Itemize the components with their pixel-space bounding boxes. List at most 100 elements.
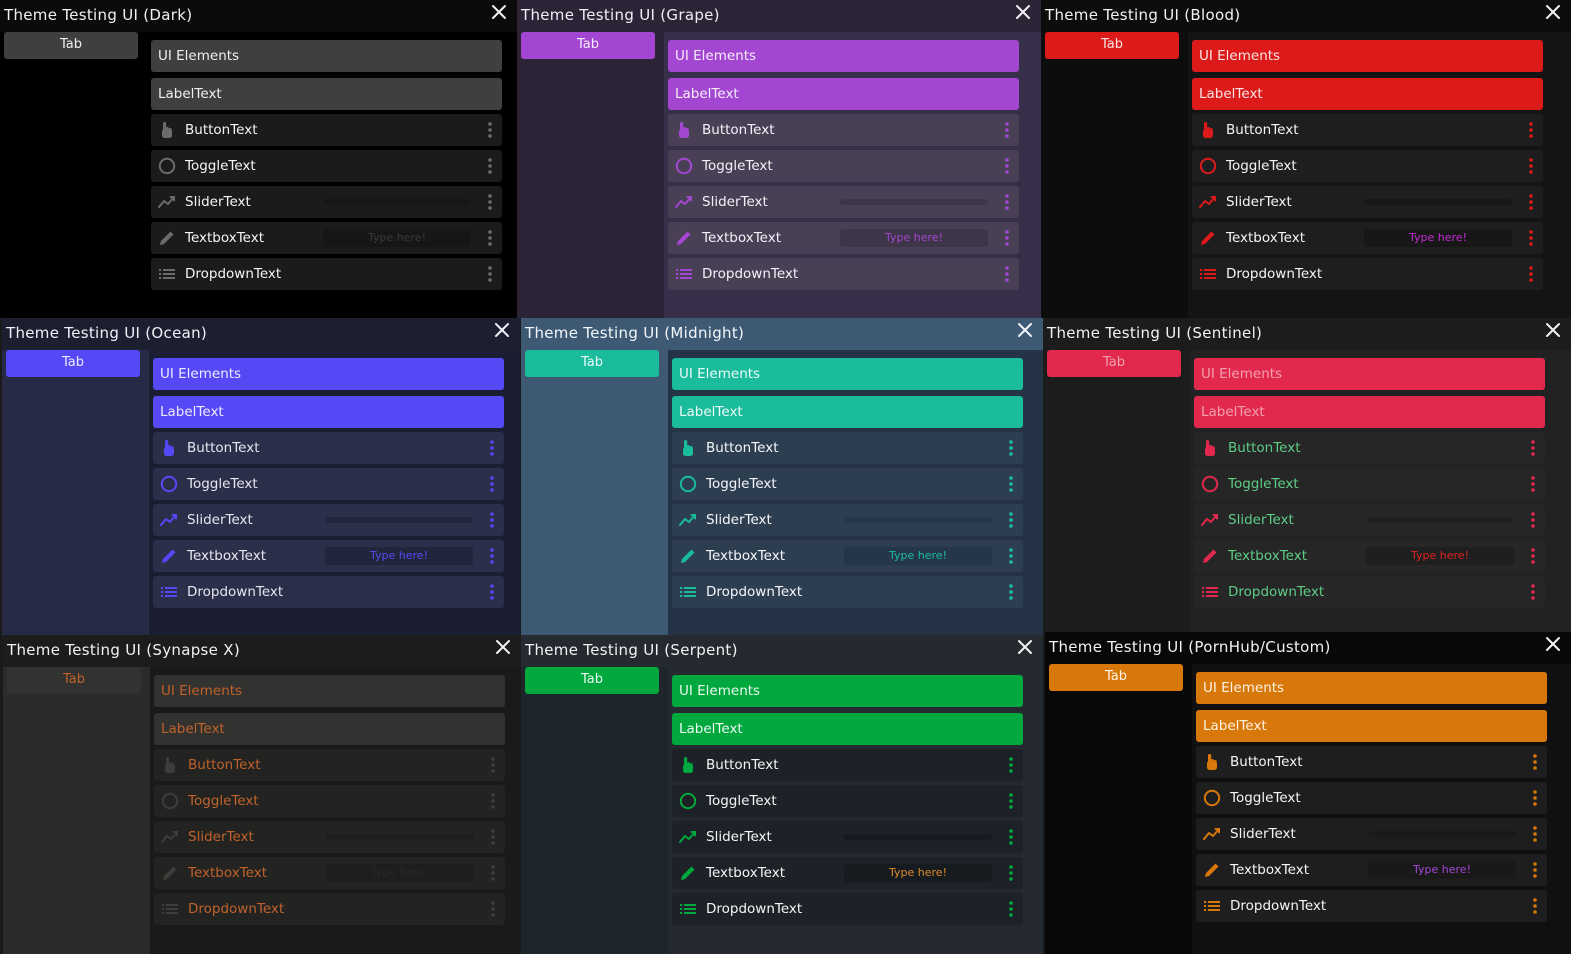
dropdown-element[interactable]: DropdownText — [154, 893, 505, 925]
title-bar[interactable]: Theme Testing UI (Sentinel) — [1043, 318, 1571, 350]
textbox-element[interactable]: TextboxText Type here! — [151, 222, 502, 254]
more-vertical-icon[interactable] — [1007, 547, 1015, 565]
textbox-input[interactable]: Type here! — [1364, 229, 1512, 247]
close-icon[interactable] — [1017, 322, 1035, 342]
slider-track[interactable] — [326, 834, 474, 840]
title-bar[interactable]: Theme Testing UI (Dark) — [0, 0, 517, 32]
title-bar[interactable]: Theme Testing UI (Grape) — [517, 0, 1041, 32]
more-vertical-icon[interactable] — [488, 547, 496, 565]
more-vertical-icon[interactable] — [1527, 193, 1535, 211]
textbox-input[interactable]: Type here! — [840, 229, 988, 247]
more-vertical-icon[interactable] — [1003, 193, 1011, 211]
more-vertical-icon[interactable] — [489, 864, 497, 882]
dropdown-element[interactable]: DropdownText — [1196, 890, 1547, 922]
more-vertical-icon[interactable] — [1003, 157, 1011, 175]
more-vertical-icon[interactable] — [1003, 121, 1011, 139]
textbox-input[interactable]: Type here! — [1366, 547, 1514, 565]
slider-element[interactable]: SliderText — [154, 821, 505, 853]
slider-track[interactable] — [1368, 831, 1516, 837]
slider-element[interactable]: SliderText — [1194, 504, 1545, 536]
more-vertical-icon[interactable] — [1007, 828, 1015, 846]
toggle-element[interactable]: ToggleText — [1196, 782, 1547, 814]
close-icon[interactable] — [1545, 4, 1563, 24]
tab-button[interactable]: Tab — [1049, 664, 1183, 691]
more-vertical-icon[interactable] — [486, 157, 494, 175]
more-vertical-icon[interactable] — [488, 475, 496, 493]
more-vertical-icon[interactable] — [1529, 547, 1537, 565]
textbox-element[interactable]: TextboxText Type here! — [1192, 222, 1543, 254]
textbox-element[interactable]: TextboxText Type here! — [672, 857, 1023, 889]
more-vertical-icon[interactable] — [488, 511, 496, 529]
button-element[interactable]: ButtonText — [672, 432, 1023, 464]
slider-element[interactable]: SliderText — [672, 504, 1023, 536]
title-bar[interactable]: Theme Testing UI (Synapse X) — [3, 635, 521, 667]
close-icon[interactable] — [491, 4, 509, 24]
tab-button[interactable]: Tab — [6, 350, 140, 377]
textbox-input[interactable]: Type here! — [1368, 861, 1516, 879]
slider-track[interactable] — [844, 834, 992, 840]
more-vertical-icon[interactable] — [1529, 439, 1537, 457]
slider-track[interactable] — [844, 517, 992, 523]
toggle-element[interactable]: ToggleText — [151, 150, 502, 182]
more-vertical-icon[interactable] — [1007, 475, 1015, 493]
close-icon[interactable] — [1545, 636, 1563, 656]
textbox-element[interactable]: TextboxText Type here! — [1194, 540, 1545, 572]
more-vertical-icon[interactable] — [486, 229, 494, 247]
toggle-element[interactable]: ToggleText — [668, 150, 1019, 182]
dropdown-element[interactable]: DropdownText — [668, 258, 1019, 290]
slider-element[interactable]: SliderText — [1192, 186, 1543, 218]
textbox-element[interactable]: TextboxText Type here! — [668, 222, 1019, 254]
more-vertical-icon[interactable] — [486, 193, 494, 211]
button-element[interactable]: ButtonText — [1196, 746, 1547, 778]
close-icon[interactable] — [1545, 322, 1563, 342]
toggle-element[interactable]: ToggleText — [1192, 150, 1543, 182]
tab-button[interactable]: Tab — [1045, 32, 1179, 59]
slider-element[interactable]: SliderText — [153, 504, 504, 536]
dropdown-element[interactable]: DropdownText — [672, 576, 1023, 608]
dropdown-element[interactable]: DropdownText — [1194, 576, 1545, 608]
tab-button[interactable]: Tab — [525, 667, 659, 694]
textbox-input[interactable]: Type here! — [323, 229, 471, 247]
toggle-element[interactable]: ToggleText — [153, 468, 504, 500]
button-element[interactable]: ButtonText — [1192, 114, 1543, 146]
slider-element[interactable]: SliderText — [672, 821, 1023, 853]
more-vertical-icon[interactable] — [488, 583, 496, 601]
more-vertical-icon[interactable] — [1007, 900, 1015, 918]
toggle-element[interactable]: ToggleText — [672, 468, 1023, 500]
title-bar[interactable]: Theme Testing UI (Ocean) — [2, 318, 520, 350]
close-icon[interactable] — [494, 322, 512, 342]
dropdown-element[interactable]: DropdownText — [151, 258, 502, 290]
title-bar[interactable]: Theme Testing UI (Blood) — [1041, 0, 1571, 32]
slider-element[interactable]: SliderText — [151, 186, 502, 218]
button-element[interactable]: ButtonText — [668, 114, 1019, 146]
title-bar[interactable]: Theme Testing UI (PornHub/Custom) — [1045, 632, 1571, 664]
more-vertical-icon[interactable] — [1529, 583, 1537, 601]
more-vertical-icon[interactable] — [489, 756, 497, 774]
more-vertical-icon[interactable] — [486, 121, 494, 139]
close-icon[interactable] — [495, 639, 513, 659]
title-bar[interactable]: Theme Testing UI (Midnight) — [521, 318, 1043, 350]
toggle-element[interactable]: ToggleText — [672, 785, 1023, 817]
tab-button[interactable]: Tab — [1047, 350, 1181, 377]
slider-track[interactable] — [1364, 199, 1512, 205]
title-bar[interactable]: Theme Testing UI (Serpent) — [521, 635, 1043, 667]
dropdown-element[interactable]: DropdownText — [672, 893, 1023, 925]
dropdown-element[interactable]: DropdownText — [153, 576, 504, 608]
more-vertical-icon[interactable] — [1531, 861, 1539, 879]
more-vertical-icon[interactable] — [489, 900, 497, 918]
slider-element[interactable]: SliderText — [668, 186, 1019, 218]
more-vertical-icon[interactable] — [1003, 229, 1011, 247]
toggle-element[interactable]: ToggleText — [154, 785, 505, 817]
textbox-input[interactable]: Type here! — [844, 547, 992, 565]
button-element[interactable]: ButtonText — [153, 432, 504, 464]
more-vertical-icon[interactable] — [1527, 229, 1535, 247]
button-element[interactable]: ButtonText — [151, 114, 502, 146]
close-icon[interactable] — [1017, 639, 1035, 659]
more-vertical-icon[interactable] — [1007, 583, 1015, 601]
slider-track[interactable] — [323, 199, 471, 205]
more-vertical-icon[interactable] — [486, 265, 494, 283]
more-vertical-icon[interactable] — [1003, 265, 1011, 283]
slider-track[interactable] — [1366, 517, 1514, 523]
button-element[interactable]: ButtonText — [672, 749, 1023, 781]
close-icon[interactable] — [1015, 4, 1033, 24]
